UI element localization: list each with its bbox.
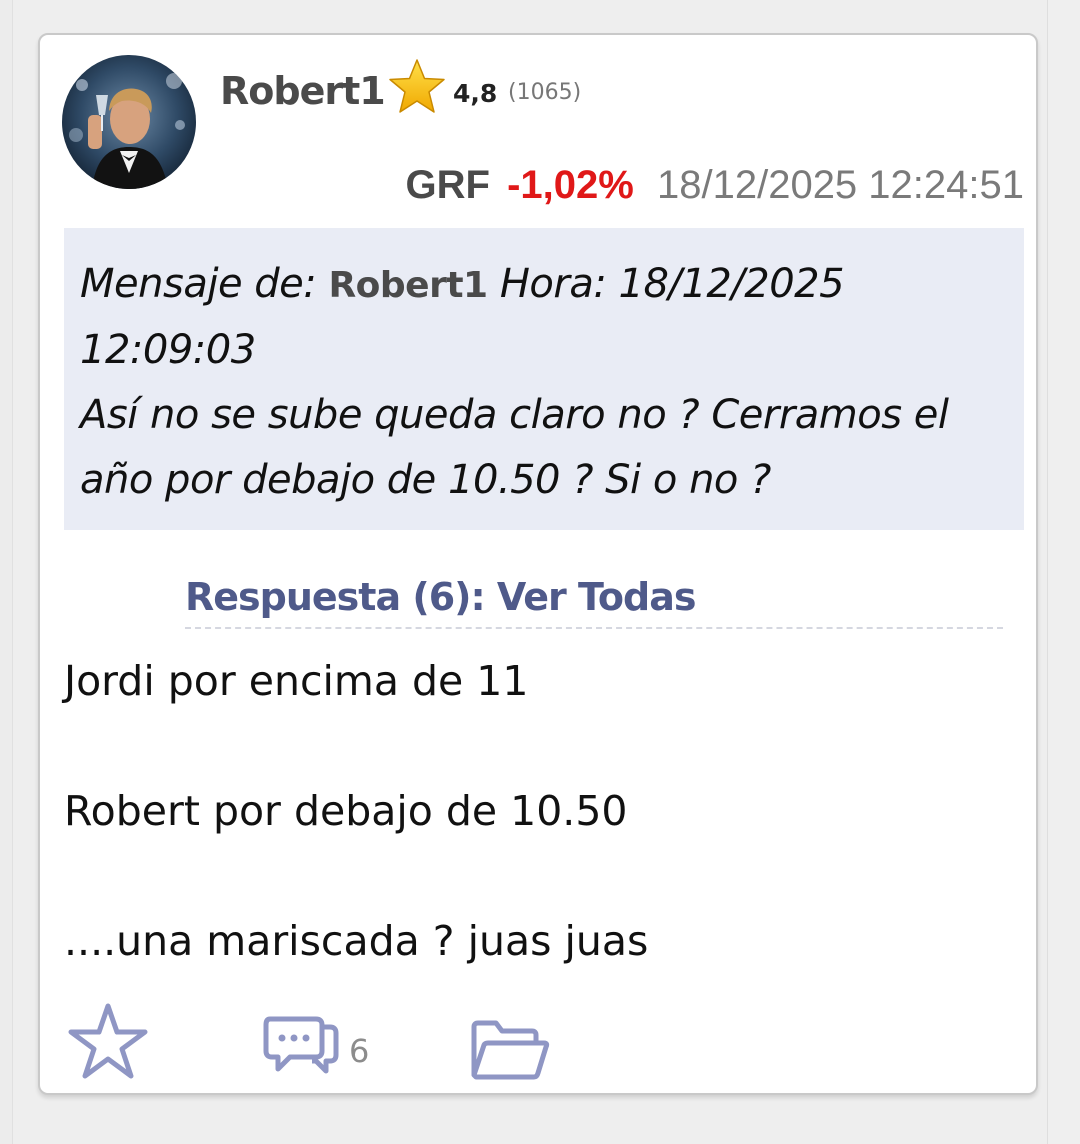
comments-count: 6 (349, 1032, 370, 1070)
right-page-edge (1047, 0, 1080, 1144)
quote-prefix: Mensaje de: (80, 261, 329, 307)
quoted-message: Mensaje de: Robert1 Hora: 18/12/2025 12:… (64, 228, 1024, 530)
folder-open-icon[interactable] (468, 1019, 550, 1083)
post-card: Robert1 4,8 (1065) GRF -1,02% 18/12/2025… (38, 33, 1038, 1095)
post-body: Jordi por encima de 11 Robert por debajo… (64, 649, 1014, 1039)
username[interactable]: Robert1 (220, 69, 386, 113)
post-body-line: Robert por debajo de 10.50 (64, 787, 628, 835)
quote-text: Así no se sube queda claro no ? Cerramos… (80, 392, 949, 503)
rating-count: (1065) (508, 80, 582, 105)
rating-star-icon (389, 59, 445, 113)
quote-author[interactable]: Robert1 (328, 265, 488, 306)
ticker-symbol[interactable]: GRF (406, 163, 490, 207)
price-change: -1,02% (507, 163, 634, 207)
left-page-edge (0, 0, 13, 1144)
view-replies-link[interactable]: Respuesta (6): Ver Todas (185, 575, 1003, 629)
comments-icon[interactable] (262, 1013, 342, 1083)
post-body-line: Jordi por encima de 11 (64, 657, 529, 705)
post-timestamp: 18/12/2025 12:24:51 (656, 163, 1024, 207)
rating-value: 4,8 (453, 79, 498, 108)
post-meta: GRF -1,02% 18/12/2025 12:24:51 (406, 163, 1024, 208)
avatar[interactable] (62, 55, 196, 189)
favorite-star-icon[interactable] (66, 1001, 150, 1081)
